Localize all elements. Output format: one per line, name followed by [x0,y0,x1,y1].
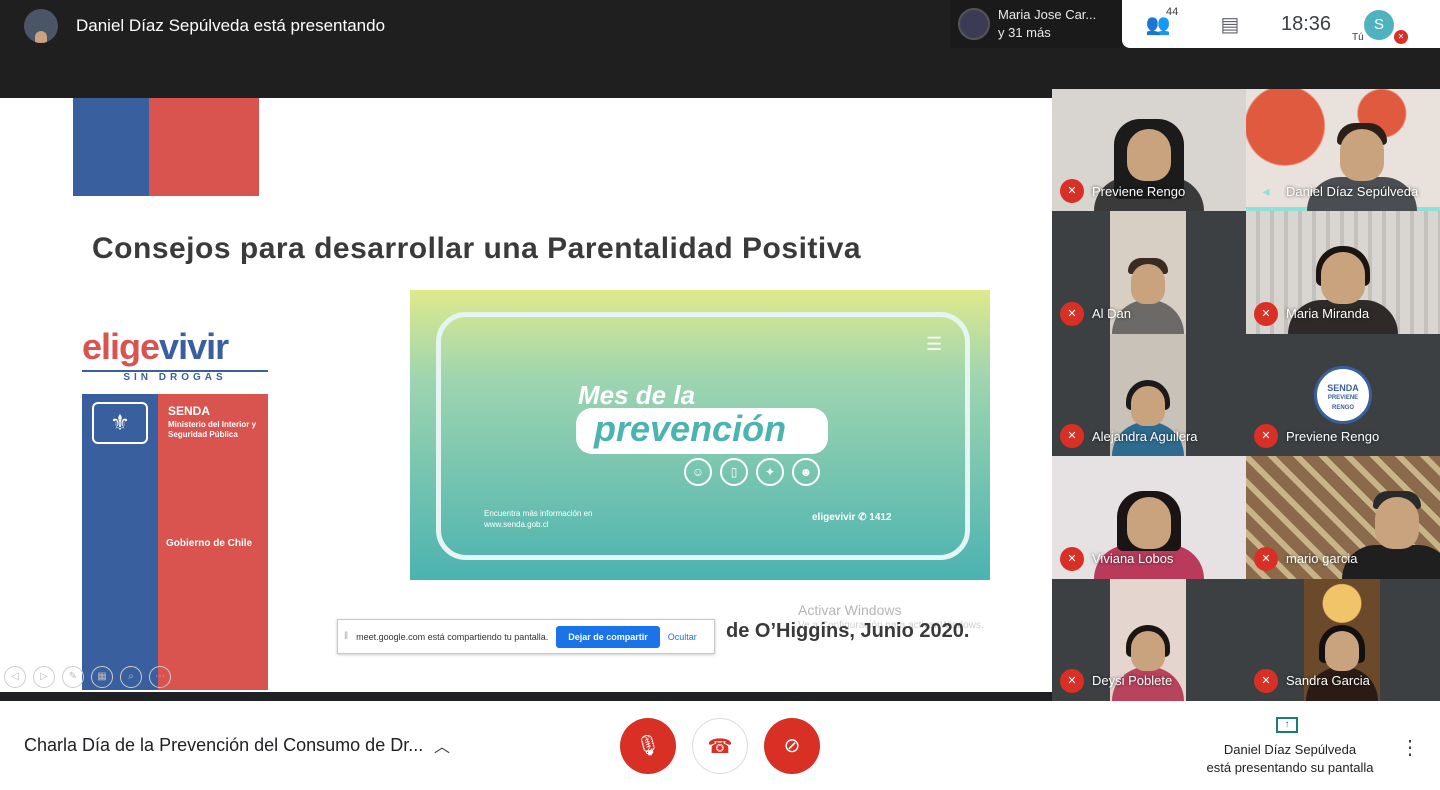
share-message: meet.google.com está compartiendo tu pan… [356,631,549,642]
self-view[interactable]: S Tú ✕ [1346,0,1408,48]
participant-name: Previene Rengo [1286,428,1380,444]
others-more: y 31 más [998,25,1051,40]
participant-name: Sandra Garcia [1286,673,1370,689]
mic-off-icon: ✕ [1254,424,1278,449]
sin-drogas-label: SIN DROGAS [82,370,268,383]
participant-tile[interactable]: ✕ Previene Rengo [1052,89,1246,212]
participant-name: Daniel Díaz Sepúlveda [1286,183,1419,199]
mic-off-icon: ✕ [1394,30,1408,44]
presenter-text: Daniel Díaz Sepúlveda está presentando [76,16,386,35]
mic-toggle-button[interactable]: 🎙 [620,718,676,774]
prevention-banner: ☰ Mes de la prevención ☺ ▯ ✦ ☻ Encuentra… [410,290,990,580]
camera-toggle-button[interactable]: ⊘ [764,718,820,774]
participant-name: Maria Miranda [1286,306,1370,322]
pen-icon[interactable]: ✎ [62,666,84,688]
mic-off-icon: 🎙 [635,735,661,757]
stop-sharing-button[interactable]: Dejar de compartir [556,625,660,648]
slide-footer: de O’Higgins, Junio 2020. [726,620,970,642]
leave-call-button[interactable]: ☎ [692,718,748,774]
menu-icon: ☰ [926,334,943,354]
participants-count: 44 [1166,5,1179,18]
sport-icon: ✦ [756,458,784,486]
more-options-icon[interactable]: ⋯ [149,666,171,688]
participant-name: Deysi Poblete [1092,673,1173,689]
senda-ministerio: Ministerio del Interior y Seguridad Públ… [168,420,257,439]
participant-tile[interactable]: ✕ Sandra Garcia [1246,578,1440,701]
book-icon: ▯ [720,458,748,486]
hide-button[interactable]: Ocultar [668,632,697,642]
others-chip[interactable]: Maria Jose Car... y 31 más [950,0,1122,48]
mic-off-icon: ✕ [1254,301,1278,326]
self-label: Tú [1352,32,1364,43]
present-screen-icon[interactable]: ↑ [1276,717,1298,733]
participant-name: Al Dan [1092,306,1132,322]
participant-tile[interactable]: ✕ Deysi Poblete [1052,578,1246,701]
presenter-info: Daniel Díaz Sepúlveda está presentando [24,8,385,44]
chat-icon: ▤ [1220,13,1240,36]
mic-off-icon: ✕ [1060,668,1084,693]
participant-name: Alejandra Aguilera [1092,428,1198,444]
drag-handle-icon[interactable]: ‖ [344,631,348,642]
mic-off-icon: ✕ [1060,179,1084,204]
screen-share-bar: ‖ meet.google.com está compartiendo tu p… [337,619,715,654]
hang-up-icon: ☎ [707,736,733,758]
top-right-panel: 👥 44 ▤ 18:36 S Tú ✕ [1122,0,1440,48]
participant-name: mario garcia [1286,551,1358,567]
senda-name: SENDA [168,404,211,418]
eligevivir-logo: eligevivir [82,326,229,367]
mic-off-icon: ✕ [1060,301,1084,326]
next-slide-icon[interactable]: ▷ [33,666,55,688]
bottom-bar: Charla Día de la Prevención del Consumo … [0,701,1440,790]
shared-screen: Consejos para desarrollar una Parentalid… [0,98,1052,692]
participant-tile[interactable]: ✕ Maria Miranda [1246,211,1440,334]
participant-tile[interactable]: ✕ Viviana Lobos [1052,456,1246,579]
banner-mes: Mes de la [578,380,696,410]
meeting-title[interactable]: Charla Día de la Prevención del Consumo … [24,735,423,756]
banner-logos: eligevivir ✆ 1412 [812,512,892,523]
camera-off-icon: ⊘ [783,735,801,757]
participant-name: Previene Rengo [1092,183,1186,199]
mic-off-icon: ✕ [1060,546,1084,571]
chat-button[interactable]: ▤ [1194,12,1266,37]
flag-blue-block [73,98,149,196]
mic-off-icon: ✕ [1254,668,1278,693]
prev-slide-icon[interactable]: ◁ [4,666,26,688]
slide-nav: ◁ ▷ ✎ ▦ ⌕ ⋯ [4,666,171,688]
gobierno-label: Gobierno de Chile [166,538,253,549]
banner-icons: ☺ ▯ ✦ ☻ [684,458,820,486]
participant-name: Viviana Lobos [1092,551,1174,567]
participant-tile[interactable]: SENDA PREVIENE RENGO ✕ Previene Rengo [1246,333,1440,457]
others-avatar [958,8,990,40]
presenter-avatar [24,9,58,43]
speaking-icon: ◂ [1262,183,1270,200]
clock: 18:36 [1280,12,1332,35]
participant-tile[interactable]: ✕ Al Dan [1052,211,1246,334]
participant-grid: ✕ Previene Rengo ◂ Daniel Díaz Sepúlveda ✕… [1052,89,1440,701]
mic-off-icon: ✕ [1254,546,1278,571]
zoom-icon[interactable]: ⌕ [120,666,142,688]
activar-windows: Activar Windows [798,602,902,618]
slide-title: Consejos para desarrollar una Parentalid… [92,232,862,265]
family-icon: ☺ [684,458,712,486]
banner-info: Encuentra más información en www.senda.g… [484,509,593,529]
more-options-icon[interactable]: ⋮ [1400,735,1420,760]
presenting-status[interactable]: Daniel Díaz Sepúlveda está presentando s… [1190,741,1390,777]
flag-red-block [149,98,259,196]
group-icon: ☻ [792,458,820,486]
participant-tile[interactable]: ✕ mario garcia [1246,456,1440,579]
mic-off-icon: ✕ [1060,424,1084,449]
senda-avatar: SENDA PREVIENE RENGO [1314,365,1372,424]
participant-tile[interactable]: ◂ Daniel Díaz Sepúlveda [1246,89,1440,212]
banner-prevencion: prevención [594,408,787,449]
others-name: Maria Jose Car... [998,7,1097,22]
slides-grid-icon[interactable]: ▦ [91,666,113,688]
crest-icon: ⚜ [92,402,148,444]
self-avatar: S [1364,10,1394,40]
participant-tile[interactable]: ✕ Alejandra Aguilera [1052,333,1246,457]
people-button[interactable]: 👥 44 [1122,6,1194,37]
chevron-up-icon[interactable]: ︿ [434,733,450,757]
senda-logo-block: ⚜ SENDA Ministerio del Interior y Seguri… [82,394,268,690]
